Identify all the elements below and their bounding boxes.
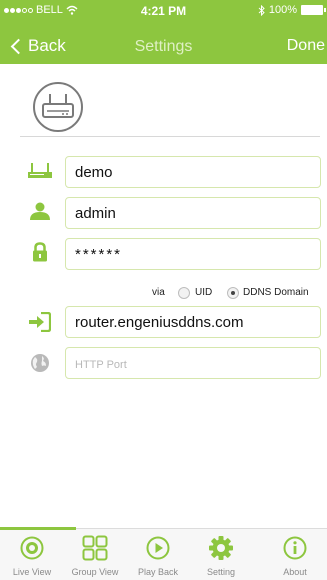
sign-in-arrow-icon <box>28 310 52 334</box>
top-bar: BELL 4:21 PM 100% Back Settings Done <box>0 0 327 64</box>
tab-about-label: About <box>283 567 307 577</box>
play-back-icon <box>128 535 188 561</box>
done-button[interactable]: Done <box>287 37 325 55</box>
page-title: Settings <box>134 38 193 55</box>
router-icon <box>33 82 83 132</box>
user-icon <box>28 199 52 223</box>
uid-radio-label: UID <box>195 287 213 298</box>
tab-live-view-label: Live View <box>12 567 52 577</box>
tab-about[interactable]: About <box>265 529 325 580</box>
status-right: 100% <box>258 4 326 16</box>
divider <box>20 136 320 137</box>
setting-gear-icon <box>191 535 251 561</box>
lock-icon <box>28 240 52 264</box>
tab-play-back[interactable]: Play Back <box>128 529 188 580</box>
http-port-field[interactable] <box>65 347 321 379</box>
ddns-domain-radio[interactable] <box>227 287 239 299</box>
about-info-icon <box>265 535 325 561</box>
battery-percent: 100% <box>268 4 297 16</box>
tab-group-view-label: Group View <box>71 567 119 577</box>
live-view-icon <box>2 535 62 561</box>
bluetooth-icon <box>258 4 265 16</box>
ddns-domain-radio-label: DDNS Domain <box>243 287 309 298</box>
uid-radio[interactable] <box>178 287 190 299</box>
battery-icon <box>301 5 326 15</box>
router-small-icon <box>28 159 52 183</box>
status-bar: BELL 4:21 PM 100% <box>0 0 327 20</box>
username-field[interactable] <box>65 197 321 229</box>
globe-icon <box>28 351 52 375</box>
via-label: via <box>152 287 165 298</box>
address-field[interactable] <box>65 306 321 338</box>
nav-bar: Back Settings Done <box>0 30 327 64</box>
device-name-field[interactable] <box>65 156 321 188</box>
password-field[interactable]: ****** <box>65 238 321 270</box>
tab-setting-label: Setting <box>206 567 236 577</box>
connection-type-row: via UID DDNS Domain <box>0 286 327 300</box>
tab-live-view[interactable]: Live View <box>2 529 62 580</box>
tab-bar: Live View Group View Play Back Setting A… <box>0 527 327 580</box>
tab-group-view[interactable]: Group View <box>65 529 125 580</box>
tab-setting[interactable]: Setting <box>191 529 251 580</box>
group-view-icon <box>65 535 125 561</box>
tab-play-back-label: Play Back <box>137 567 179 577</box>
